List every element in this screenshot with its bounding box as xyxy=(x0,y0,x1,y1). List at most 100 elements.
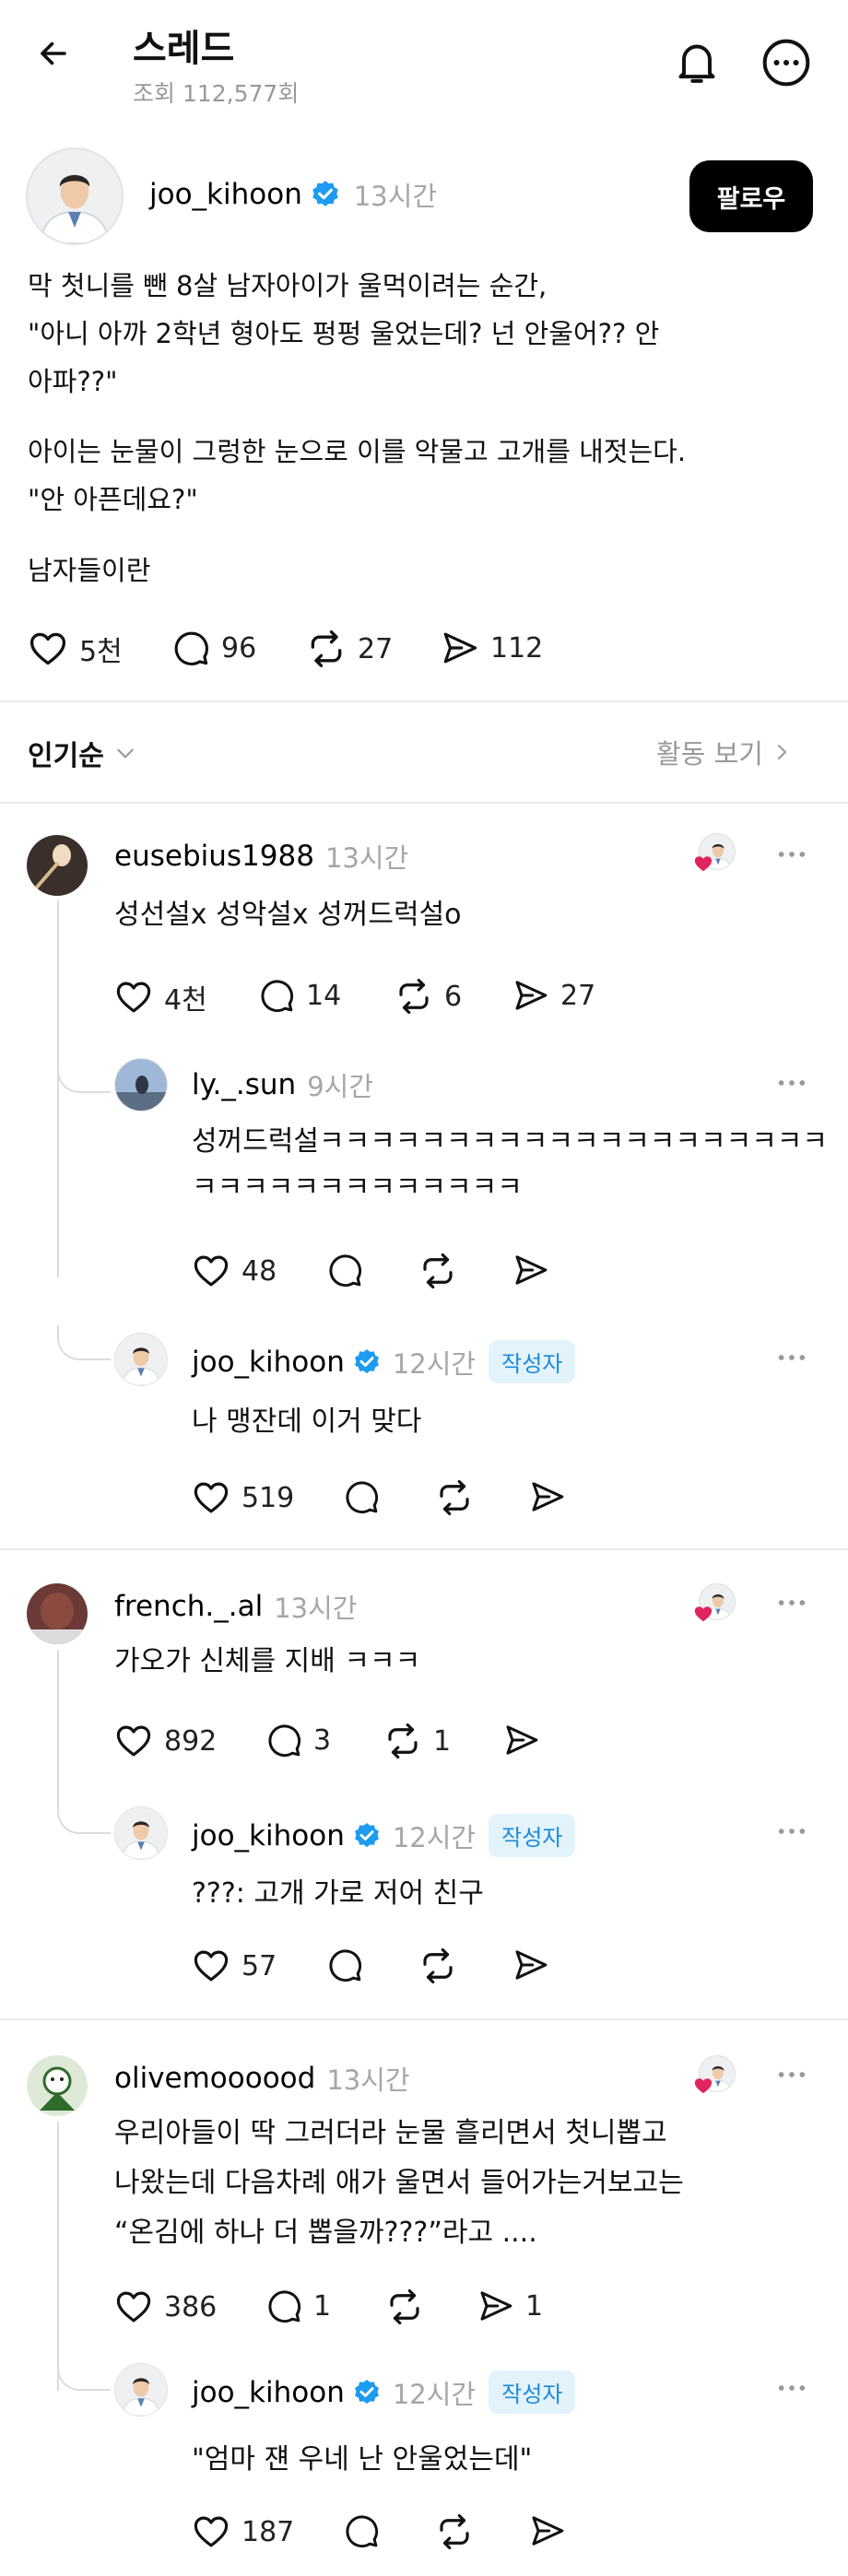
repost-count: 1 xyxy=(433,1724,452,1758)
comment-time: 13시간 xyxy=(326,2064,410,2096)
like-count: 187 xyxy=(241,2515,295,2548)
reply-username[interactable]: joo_kihoon xyxy=(192,1346,345,1379)
back-button[interactable] xyxy=(37,37,70,70)
like-button[interactable]: 57 xyxy=(192,1947,277,1985)
like-button[interactable]: 386 xyxy=(114,2288,217,2326)
comment-icon xyxy=(268,2290,301,2323)
more-horizontal-icon xyxy=(778,852,806,857)
reply-text: ???: 고개 가로 저어 친구 xyxy=(192,1877,484,1910)
share-icon xyxy=(515,1950,548,1980)
comment-button[interactable] xyxy=(326,1252,363,1288)
thread-connector xyxy=(57,1058,111,1093)
comment-text: 우리아들이 딱 그러더라 눈물 흘리면서 첫니뽑고 xyxy=(114,2117,667,2149)
like-button[interactable]: 519 xyxy=(192,1478,294,1517)
share-button[interactable] xyxy=(529,2512,566,2549)
like-count: 5천 xyxy=(79,636,123,668)
repost-button[interactable]: 1 xyxy=(383,1722,451,1760)
comment-button[interactable]: 96 xyxy=(171,629,256,667)
post-username[interactable]: joo_kihoon xyxy=(149,178,302,211)
share-button[interactable] xyxy=(512,1252,549,1288)
reply-more-button[interactable] xyxy=(776,2372,807,2404)
reply-username[interactable]: joo_kihoon xyxy=(192,1819,345,1853)
like-button[interactable]: 892 xyxy=(114,1722,217,1760)
comment-text: “온김에 하나 더 뽑을까???”라고 .... xyxy=(114,2217,537,2249)
reply-time: 9시간 xyxy=(307,1071,374,1102)
like-button[interactable]: 4천 xyxy=(114,977,207,1017)
comment-username[interactable]: eusebius1988 xyxy=(114,840,314,873)
like-button[interactable]: 5천 xyxy=(28,629,123,669)
share-button[interactable]: 27 xyxy=(512,977,595,1014)
repost-button[interactable] xyxy=(435,1478,474,1517)
post-time: 13시간 xyxy=(353,181,438,212)
repost-button[interactable]: 27 xyxy=(306,629,393,669)
share-button[interactable] xyxy=(529,1478,566,1515)
comment-count: 1 xyxy=(313,2289,332,2323)
thread-connector xyxy=(57,2356,111,2391)
page-title: 스레드 xyxy=(133,28,235,70)
comment-button[interactable] xyxy=(326,1947,363,1983)
author-liked-indicator xyxy=(694,2055,736,2094)
comment-button[interactable]: 3 xyxy=(265,1722,331,1759)
view-activity-link[interactable]: 활동 보기 xyxy=(656,733,793,771)
more-horizontal-icon xyxy=(778,1355,806,1360)
share-button[interactable]: 112 xyxy=(441,629,543,667)
share-button[interactable] xyxy=(512,1947,549,1983)
reply-avatar[interactable] xyxy=(114,1333,168,1386)
reply-more-button[interactable] xyxy=(776,1067,807,1099)
comment-button[interactable] xyxy=(343,1478,380,1515)
more-horizontal-icon xyxy=(778,1829,806,1834)
sort-dropdown[interactable]: 인기순 xyxy=(28,733,137,773)
reply-avatar[interactable] xyxy=(114,1058,168,1112)
comment-more-button[interactable] xyxy=(776,839,807,870)
follow-button[interactable]: 팔로우 xyxy=(689,160,813,232)
heart-icon xyxy=(116,982,151,1013)
reply-time: 12시간 xyxy=(392,1347,477,1380)
reply-username[interactable]: ly._.sun xyxy=(192,1068,296,1101)
share-button[interactable] xyxy=(503,1722,540,1759)
thread-connector xyxy=(57,1799,111,1834)
notifications-button[interactable] xyxy=(671,37,723,88)
commenter-avatar[interactable] xyxy=(27,2055,88,2116)
reply-avatar[interactable] xyxy=(114,2363,168,2417)
comment-more-button[interactable] xyxy=(776,2059,807,2090)
comment-username[interactable]: french._.al xyxy=(114,1590,263,1623)
heart-icon xyxy=(194,1950,229,1982)
verified-icon xyxy=(353,1821,381,1849)
comment-button[interactable]: 1 xyxy=(265,2288,331,2324)
repost-button[interactable]: 6 xyxy=(395,977,462,1016)
commenter-avatar[interactable] xyxy=(27,1583,88,1644)
like-button[interactable]: 48 xyxy=(192,1252,277,1290)
like-count: 57 xyxy=(241,1949,277,1982)
commenter-avatar[interactable] xyxy=(27,835,88,896)
comment-username[interactable]: olivemoooood xyxy=(114,2062,315,2095)
repost-button[interactable] xyxy=(385,2288,424,2326)
repost-icon xyxy=(423,1253,453,1289)
share-icon xyxy=(515,1255,548,1285)
author-badge: 작성자 xyxy=(489,1814,576,1857)
comment-button[interactable] xyxy=(343,2512,380,2549)
comment-icon xyxy=(346,1481,379,1514)
repost-count: 6 xyxy=(444,980,463,1013)
more-circle-icon xyxy=(762,39,810,87)
repost-button[interactable] xyxy=(418,1252,457,1290)
author-badge: 작성자 xyxy=(489,2370,576,2414)
repost-button[interactable] xyxy=(435,2512,474,2551)
like-button[interactable]: 187 xyxy=(192,2512,294,2551)
reply-avatar[interactable] xyxy=(114,1806,168,1860)
like-count: 519 xyxy=(241,1481,295,1514)
reply-text: ㅋㅋㅋㅋㅋㅋㅋㅋㅋㅋㅋㅋㅋ xyxy=(192,1171,523,1204)
comment-more-button[interactable] xyxy=(776,1587,807,1618)
repost-button[interactable] xyxy=(418,1947,457,1985)
share-icon xyxy=(443,632,477,664)
more-horizontal-icon xyxy=(778,2385,806,2391)
share-icon xyxy=(480,2291,512,2321)
reply-more-button[interactable] xyxy=(776,1816,807,1847)
author-avatar[interactable] xyxy=(26,147,124,245)
more-options-button[interactable] xyxy=(760,37,812,88)
reply-more-button[interactable] xyxy=(776,1342,807,1373)
comment-text: 성선설x 성악설x 성꺼드럭설o xyxy=(114,899,462,931)
reply-username[interactable]: joo_kihoon xyxy=(192,2376,345,2409)
comment-button[interactable]: 14 xyxy=(258,977,341,1014)
verified-icon xyxy=(311,179,340,208)
share-button[interactable]: 1 xyxy=(477,2288,543,2324)
